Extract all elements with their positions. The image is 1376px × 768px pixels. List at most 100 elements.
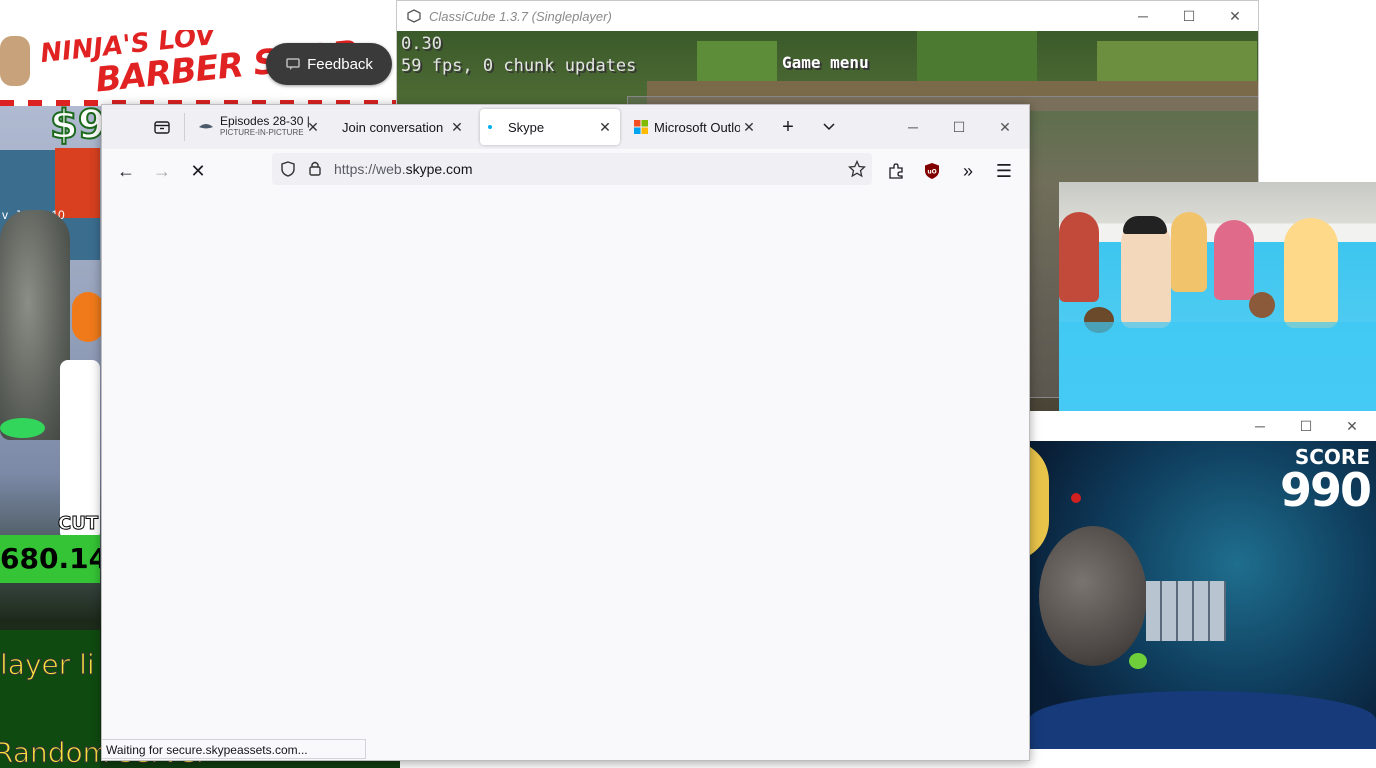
stats-line1: 0.30 [401, 34, 442, 54]
firefox-view-button[interactable] [146, 111, 178, 143]
minimize-icon: ─ [908, 119, 918, 135]
tab-join-conversation[interactable]: Join conversation ✕ [334, 109, 472, 145]
close-icon: ✕ [1346, 417, 1358, 434]
maximize-icon: ☐ [1182, 7, 1196, 24]
double-chevron-right-icon: » [962, 160, 973, 181]
classicube-titlebar: ClassiCube 1.3.7 (Singleplayer) ─ ☐ ✕ [397, 1, 1258, 31]
list-all-tabs-button[interactable] [813, 111, 845, 143]
asteroid-planet [1039, 526, 1147, 666]
angry-birds-window: ─ ☐ ✕ SCORE 990 [1029, 411, 1376, 749]
close-tab-icon[interactable]: ✕ [740, 118, 758, 136]
character [1121, 218, 1171, 328]
tab-divider [184, 113, 185, 141]
stats-line2: 59 fps, 0 chunk updates [401, 56, 637, 76]
overflow-menu-button[interactable]: » [952, 155, 984, 187]
minimize-button[interactable]: ─ [890, 105, 936, 149]
tab-title: Join conversation [342, 119, 444, 135]
minimize-icon: ─ [1138, 8, 1148, 24]
close-tab-icon[interactable]: ✕ [448, 118, 466, 136]
angry-birds-titlebar: ─ ☐ ✕ [1029, 411, 1376, 441]
firefox-window: Episodes 28-30 | PICTURE-IN-PICTURE ✕ Jo… [101, 104, 1030, 761]
maximize-icon: ☐ [1299, 417, 1313, 434]
tab-title: Skype [508, 119, 545, 135]
green-disc [0, 418, 45, 438]
navigation-toolbar: ← → ✕ https://web.skype.com uO » ☰ [102, 149, 1029, 192]
minimize-button[interactable]: ─ [1237, 411, 1283, 441]
avatar-sign [0, 36, 30, 86]
classicube-stats: 0.30 59 fps, 0 chunk updates [401, 33, 636, 77]
character-hair [1123, 216, 1167, 234]
tab-skype[interactable]: Skype ✕ [480, 109, 620, 145]
hamburger-menu-icon: ☰ [995, 160, 1013, 181]
maximize-button[interactable]: ☐ [1166, 1, 1212, 31]
arrow-right-icon: → [153, 160, 171, 181]
puzzle-icon [887, 162, 905, 180]
sun [1029, 441, 1049, 561]
grass-block [697, 41, 777, 81]
picture-in-picture-video[interactable] [1059, 182, 1376, 412]
extensions-button[interactable] [880, 155, 912, 187]
shield-icon[interactable] [280, 161, 296, 177]
pool-water [1059, 322, 1376, 412]
angry-birds-game-view[interactable]: SCORE 990 [1029, 441, 1376, 749]
page-content[interactable] [102, 191, 1029, 760]
player-list-label: layer li [0, 648, 95, 682]
arrow-left-icon: ← [117, 160, 135, 181]
new-tab-button[interactable]: + [772, 111, 804, 143]
orange-item [72, 292, 104, 342]
tab-outlook[interactable]: Microsoft Outlook ✕ [626, 109, 764, 145]
svg-text:uO: uO [927, 169, 936, 176]
app-menu-button[interactable]: ☰ [988, 155, 1020, 187]
character [1284, 218, 1338, 328]
bird-icon [1071, 493, 1081, 503]
loading-dot-icon [488, 125, 492, 129]
plus-icon: + [782, 115, 794, 138]
character [1171, 212, 1207, 292]
ublock-shield-icon: uO [923, 162, 941, 180]
url-text: https://web.skype.com [334, 161, 473, 177]
maximize-button[interactable]: ☐ [936, 105, 982, 149]
tab-subtitle: PICTURE-IN-PICTURE [220, 128, 304, 137]
microsoft-logo-icon [634, 120, 648, 134]
classicube-app-icon [407, 9, 421, 23]
feedback-button[interactable]: Feedback [266, 43, 392, 85]
ublock-button[interactable]: uO [916, 155, 948, 187]
close-icon: ✕ [190, 160, 206, 181]
back-button[interactable]: ← [110, 155, 142, 187]
feedback-label: Feedback [307, 55, 373, 73]
tab-title: Microsoft Outlook [654, 119, 740, 135]
close-button[interactable]: ✕ [1329, 411, 1375, 441]
grass-block [917, 31, 1037, 81]
url-bar[interactable]: https://web.skype.com [272, 153, 872, 185]
tab-title: Episodes 28-30 | [220, 114, 310, 128]
stop-loading-button[interactable]: ✕ [182, 155, 214, 187]
cut-label: CUT [57, 513, 99, 535]
url-domain: skype.com [405, 161, 473, 177]
minimize-button[interactable]: ─ [1120, 1, 1166, 31]
close-tab-icon[interactable]: ✕ [596, 118, 614, 136]
pig-icon [1129, 653, 1147, 669]
character [1059, 212, 1099, 302]
star-icon[interactable] [848, 160, 866, 178]
maximize-icon: ☐ [952, 118, 966, 135]
ice-structure [1146, 581, 1226, 641]
close-button[interactable]: ✕ [1212, 1, 1258, 31]
tab-episodes[interactable]: Episodes 28-30 | PICTURE-IN-PICTURE ✕ [190, 109, 328, 145]
feedback-icon [285, 56, 301, 72]
lock-icon[interactable] [308, 160, 322, 176]
close-icon: ✕ [999, 118, 1011, 135]
child-head [1249, 292, 1275, 318]
money-display: $9 [49, 101, 107, 149]
forward-button[interactable]: → [146, 155, 178, 187]
close-tab-icon[interactable]: ✕ [304, 118, 322, 136]
close-icon: ✕ [1229, 7, 1241, 24]
score-value: 990 [1279, 463, 1372, 517]
url-prefix: https://web. [334, 161, 406, 177]
tab-bar: Episodes 28-30 | PICTURE-IN-PICTURE ✕ Jo… [102, 105, 1029, 149]
maximize-button[interactable]: ☐ [1283, 411, 1329, 441]
classicube-title: ClassiCube 1.3.7 (Singleplayer) [429, 8, 612, 24]
stat-bar: 680.14K [0, 535, 100, 583]
close-window-button[interactable]: ✕ [982, 105, 1028, 149]
minimize-icon: ─ [1255, 418, 1265, 434]
video-favicon [198, 121, 214, 133]
